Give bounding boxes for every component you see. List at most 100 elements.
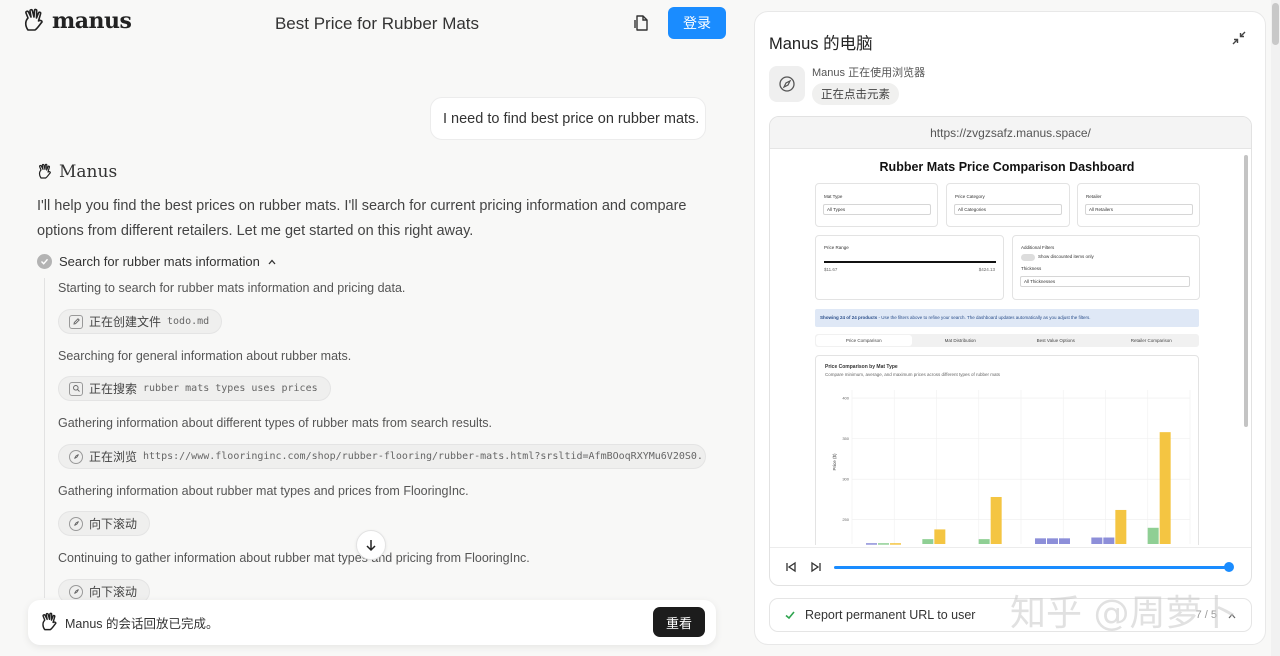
tool-call-pill[interactable]: 正在浏览 https://www.flooringinc.com/shop/ru… [58,444,706,469]
dashboard-title: Rubber Mats Price Comparison Dashboard [879,160,1135,174]
mat-type-select[interactable]: All Types [823,204,931,215]
chart-bar[interactable] [1159,432,1171,544]
chart-bar[interactable] [1035,538,1046,544]
step-counter: 7 / 5 [1195,609,1217,621]
collapse-icon[interactable] [1231,30,1247,46]
chart-subtitle: Compare minimum, average, and maximum pr… [825,372,1000,377]
tab-mat-distribution[interactable]: Mat Distribution [913,334,1009,347]
price-chart: Price ($) 400 350 300 250 [832,390,1191,545]
chart-bar[interactable] [890,543,901,545]
compass-icon [779,76,795,92]
chart-tick-label: 400 [842,396,849,401]
step-connector [44,278,45,598]
chart-bar[interactable] [1047,538,1058,544]
replay-player [770,547,1251,585]
filter-label: Mat Type [824,194,843,199]
chart-bar[interactable] [934,529,946,544]
agent-using-text: Manus 正在使用浏览器 [812,67,926,79]
chart-bar[interactable] [1103,537,1115,544]
compass-icon [69,449,83,464]
retailer-select[interactable]: All Retailers [1085,204,1193,215]
tool-call-pill[interactable]: 正在搜索 rubber mats types uses prices [58,376,331,401]
browser-window: https://zvgzsafz.manus.space/ Rubber Mat… [769,116,1252,586]
chart-bar[interactable] [866,543,877,545]
step-header[interactable]: Search for rubber mats information [37,254,277,269]
page-scrollbar-thumb[interactable] [1272,3,1279,45]
chart-y-label: Price ($) [832,453,837,471]
dashboard-tabs: Price Comparison Mat Distribution Best V… [815,334,1199,347]
skip-forward-icon[interactable] [809,560,823,574]
price-range-label: Price Range [824,245,849,250]
filter-card: Retailer All Retailers [1077,183,1200,227]
agent-header: Manus [37,162,117,182]
filter-label: Price Category [955,194,985,199]
filter-card: Price Category All Categories [946,183,1070,227]
user-message: I need to find best price on rubber mats… [430,97,706,140]
step-description: Starting to search for rubber mats infor… [58,281,406,295]
computer-panel: Manus 的电脑 Manus 正在使用浏览器 正在点击元素 https://z… [754,11,1266,645]
filter-card: Mat Type All Types [815,183,938,227]
check-icon [37,254,52,269]
chart-tick-label: 350 [842,436,849,441]
tool-argument: rubber mats types uses prices [143,383,318,394]
manus-hand-icon [38,163,51,179]
replay-button[interactable]: 重看 [653,607,705,637]
step-description: Searching for general information about … [58,349,352,363]
manus-hand-icon [42,612,57,631]
tool-call-pill[interactable]: 向下滚动 [58,511,151,536]
chart-bar[interactable] [990,496,1002,544]
playback-knob[interactable] [1224,562,1234,572]
edit-icon [69,314,83,329]
chart-bar[interactable] [878,543,889,545]
tab-price-comparison[interactable]: Price Comparison [816,335,912,346]
compass-icon [69,584,83,599]
compass-icon [69,516,83,531]
additional-filters-label: Additional Filters [1021,245,1055,250]
url-bar: https://zvgzsafz.manus.space/ [770,117,1251,149]
discount-toggle-label: Show discounted items only [1038,254,1094,259]
replay-complete-bar: Manus 的会话回放已完成。 重看 [28,600,716,645]
task-status-text: Report permanent URL to user [805,608,976,622]
tab-best-value[interactable]: Best Value Options [1008,334,1104,347]
task-status-row[interactable]: Report permanent URL to user 7 / 5 [769,598,1252,632]
completion-text: Manus 的会话回放已完成。 [65,617,219,631]
chart-bar[interactable] [1059,538,1070,544]
chart-bar[interactable] [1091,537,1103,544]
login-button[interactable]: 登录 [668,7,726,39]
chart-bar[interactable] [922,539,934,544]
agent-message: I'll help you find the best prices on ru… [37,198,687,239]
step-title: Search for rubber mats information [59,254,260,269]
tab-retailer-comparison[interactable]: Retailer Comparison [1104,334,1200,347]
browser-viewport[interactable]: Rubber Mats Price Comparison Dashboard M… [770,149,1251,545]
playback-progress[interactable] [834,566,1227,569]
panel-title: Manus 的电脑 [769,35,873,53]
chart-bar[interactable] [1147,527,1159,544]
price-max: $424.13 [978,267,995,272]
tool-argument: https://www.flooringinc.com/shop/rubber-… [143,451,706,462]
price-min: $11.67 [824,267,838,272]
filter-label: Retailer [1086,194,1102,199]
price-category-select[interactable]: All Categories [954,204,1062,215]
document-share-icon[interactable] [632,14,650,32]
results-count: Showing 24 of 24 products [820,315,878,320]
browser-status-icon [769,66,805,102]
price-range-slider[interactable] [824,261,996,263]
chart-bar[interactable] [1115,509,1127,544]
tool-action: 正在搜索 [89,382,138,396]
chevron-up-icon[interactable] [1227,611,1237,621]
discount-toggle[interactable] [1021,254,1035,261]
skip-back-icon[interactable] [784,560,798,574]
chevron-up-icon[interactable] [267,257,277,267]
arrow-down-icon [366,540,376,552]
tool-action: 正在创建文件 [89,315,162,329]
page-scrollbar[interactable] [1271,0,1280,656]
tool-call-pill[interactable]: 正在创建文件 todo.md [58,309,223,334]
chart-bar[interactable] [978,539,990,544]
checkmark-icon [785,611,795,620]
chart-card: Price Comparison by Mat Type Compare min… [815,355,1199,545]
tool-action: 正在浏览 [89,450,138,464]
viewport-scrollbar[interactable] [1244,155,1248,427]
search-icon [69,381,83,396]
thickness-select[interactable]: All Thicknesses [1020,276,1190,287]
scroll-down-button[interactable] [356,530,386,560]
